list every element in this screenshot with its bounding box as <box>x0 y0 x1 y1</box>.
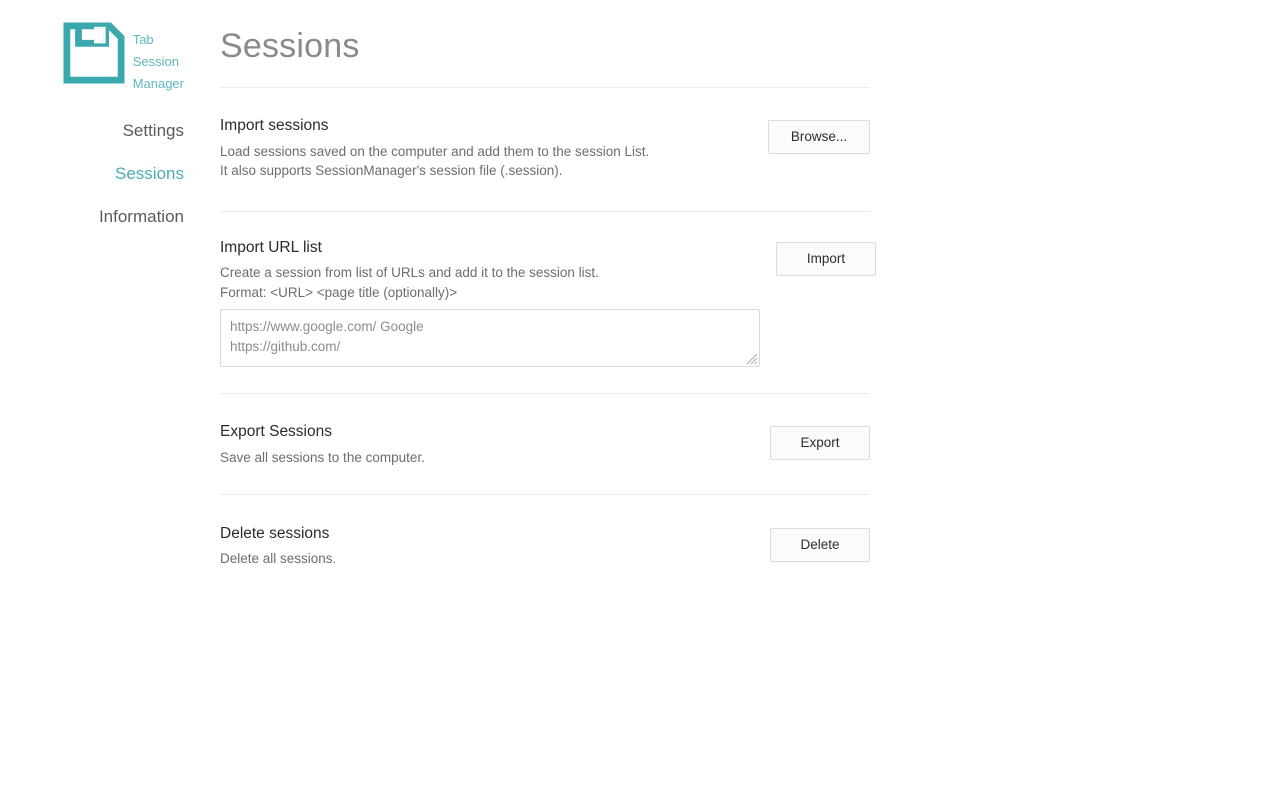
section-export-sessions-action: Export <box>770 422 870 461</box>
brand-name: Tab Session Manager <box>133 29 184 95</box>
section-import-sessions-desc-1: Load sessions saved on the computer and … <box>220 143 650 159</box>
page-title: Sessions <box>220 27 360 65</box>
brand-name-line-3: Manager <box>132 76 184 91</box>
section-import-sessions-text: Import sessions Load sessions saved on t… <box>220 116 665 180</box>
sidebar: Tab Session Manager Settings Sessions In… <box>0 0 200 238</box>
brand-name-line-1: Tab <box>132 32 154 47</box>
delete-button[interactable]: Delete <box>770 528 870 563</box>
section-export-sessions: Export Sessions Save all sessions to the… <box>220 394 870 494</box>
section-import-sessions-action: Browse... <box>768 116 870 155</box>
sidebar-item-settings[interactable]: Settings <box>0 109 184 152</box>
section-delete-sessions-desc-1: Delete all sessions. <box>220 551 337 567</box>
section-delete-sessions-title: Delete sessions <box>220 525 330 543</box>
section-import-sessions: Import sessions Load sessions saved on t… <box>220 88 870 210</box>
section-import-url-list-action: Import <box>776 238 876 276</box>
section-import-url-list-text: Import URL list Create a session from li… <box>220 238 776 368</box>
main-content: Sessions Import sessions Load sessions s… <box>220 0 876 596</box>
options-page: Tab Session Manager Settings Sessions In… <box>0 0 1280 800</box>
sidebar-item-sessions[interactable]: Sessions <box>0 152 184 195</box>
section-import-sessions-title: Import sessions <box>220 117 329 135</box>
brand-name-line-2: Session <box>132 54 179 69</box>
sidebar-item-information[interactable]: Information <box>0 195 184 238</box>
sidebar-nav: Settings Sessions Information <box>0 109 200 238</box>
section-import-url-list: Import URL list Create a session from li… <box>220 212 876 393</box>
section-export-sessions-desc-1: Save all sessions to the computer. <box>220 449 425 465</box>
url-list-input-wrapper <box>220 309 760 368</box>
section-export-sessions-title: Export Sessions <box>220 423 332 441</box>
section-export-sessions-text: Export Sessions Save all sessions to the… <box>220 422 441 467</box>
section-import-url-list-title: Import URL list <box>220 238 322 256</box>
section-import-url-list-desc-1: Create a session from list of URLs and a… <box>220 265 599 281</box>
section-delete-sessions-action: Delete <box>770 524 870 563</box>
export-button[interactable]: Export <box>770 426 870 461</box>
url-list-textarea[interactable] <box>220 309 760 368</box>
section-delete-sessions: Delete sessions Delete all sessions. Del… <box>220 495 870 596</box>
section-delete-sessions-text: Delete sessions Delete all sessions. <box>220 524 352 569</box>
import-button[interactable]: Import <box>776 241 876 276</box>
section-import-url-list-format: Format: <URL> <page title (optionally)> <box>220 284 458 300</box>
section-import-sessions-desc-2: It also supports SessionManager's sessio… <box>220 163 563 179</box>
brand: Tab Session Manager <box>0 22 200 95</box>
browse-button[interactable]: Browse... <box>768 120 870 155</box>
floppy-disk-save-icon <box>63 22 125 84</box>
